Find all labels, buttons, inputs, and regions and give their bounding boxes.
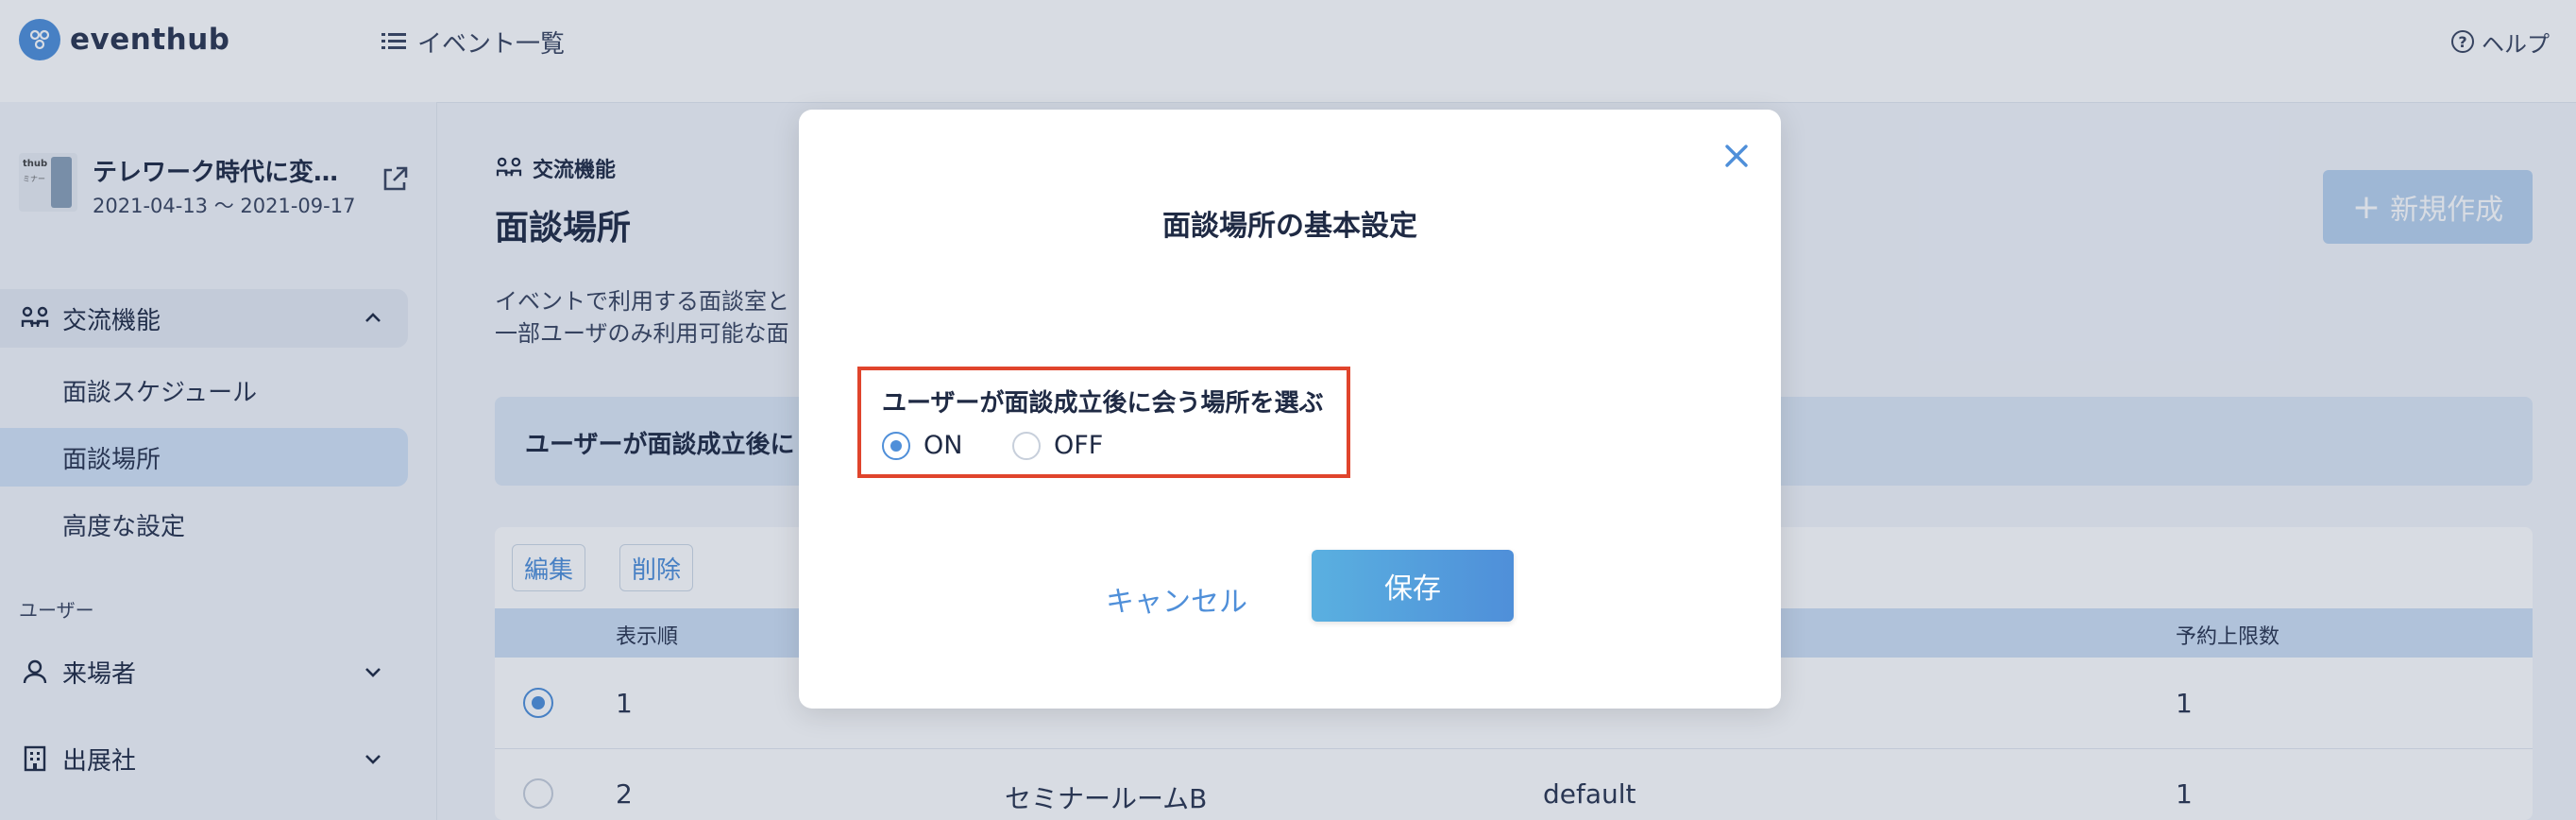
cancel-button[interactable]: キャンセル [1082, 569, 1271, 629]
save-button[interactable]: 保存 [1312, 550, 1514, 622]
radio-option-on[interactable]: ON [882, 431, 962, 460]
radio-button[interactable] [882, 431, 910, 460]
modal-title: 面談場所の基本設定 [1162, 210, 1417, 243]
radio-button[interactable] [1012, 431, 1041, 460]
field-label: ユーザーが面談成立後に会う場所を選ぶ [882, 389, 1324, 418]
radio-option-off[interactable]: OFF [1012, 431, 1103, 460]
settings-modal: 面談場所の基本設定 ユーザーが面談成立後に会う場所を選ぶ ON OFF キャンセ… [799, 110, 1781, 709]
radio-label: OFF [1054, 431, 1104, 460]
radio-label: ON [924, 431, 963, 460]
close-icon[interactable] [1719, 138, 1754, 174]
highlighted-field: ユーザーが面談成立後に会う場所を選ぶ ON OFF [857, 367, 1350, 478]
